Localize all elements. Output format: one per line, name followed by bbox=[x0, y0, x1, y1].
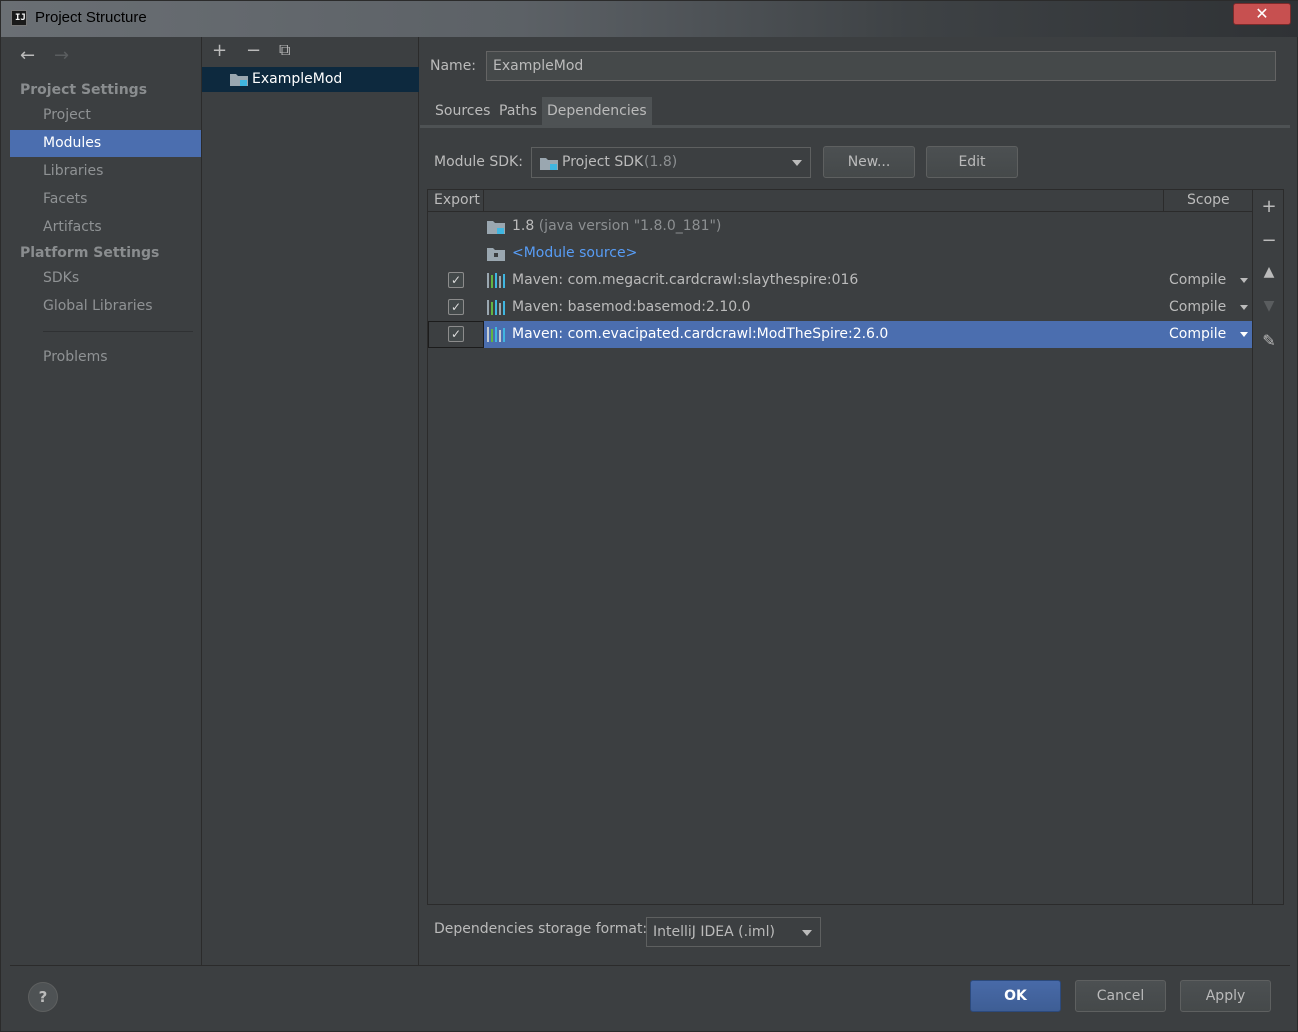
dialog-footer: ? OK Cancel Apply bbox=[10, 965, 1290, 1025]
sidebar-item-project[interactable]: Project bbox=[10, 102, 201, 129]
sidebar-item-artifacts[interactable]: Artifacts bbox=[10, 214, 201, 241]
table-row-selected[interactable]: ✓ Maven: com.evacipated.cardcrawl:ModThe… bbox=[428, 321, 1252, 348]
chevron-down-icon bbox=[792, 160, 802, 166]
dependency-name: Maven: basemod:basemod:2.10.0 bbox=[512, 299, 751, 315]
module-sdk-label: Module SDK: bbox=[434, 154, 523, 170]
edit-pencil-icon[interactable]: ✎ bbox=[1259, 331, 1279, 350]
dependency-name: <Module source> bbox=[512, 245, 638, 261]
export-checkbox[interactable]: ✓ bbox=[448, 272, 464, 288]
export-checkbox[interactable]: ✓ bbox=[448, 326, 464, 342]
title-bar: IJ Project Structure ✕ bbox=[1, 1, 1298, 37]
dependency-name: Maven: com.evacipated.cardcrawl:ModTheSp… bbox=[512, 326, 889, 342]
sidebar-divider bbox=[43, 331, 193, 332]
module-folder-icon bbox=[230, 74, 248, 86]
column-divider bbox=[1163, 190, 1164, 212]
sidebar-item-facets[interactable]: Facets bbox=[10, 186, 201, 213]
header-scope[interactable]: Scope bbox=[1187, 192, 1230, 208]
sidebar-item-sdks[interactable]: SDKs bbox=[10, 265, 201, 292]
column-divider bbox=[483, 190, 484, 212]
library-icon bbox=[487, 327, 505, 342]
add-dependency-icon[interactable]: + bbox=[1259, 196, 1279, 217]
library-icon bbox=[487, 273, 505, 288]
name-label: Name: bbox=[430, 58, 477, 74]
remove-icon[interactable]: − bbox=[246, 40, 261, 61]
dependency-detail: (java version "1.8.0_181") bbox=[538, 218, 722, 234]
forward-arrow-icon[interactable]: → bbox=[54, 45, 69, 66]
storage-format-label: Dependencies storage format: bbox=[434, 921, 648, 937]
sidebar-item-modules[interactable]: Modules bbox=[10, 130, 201, 157]
edit-sdk-button[interactable]: Edit bbox=[926, 146, 1018, 178]
export-checkbox[interactable]: ✓ bbox=[448, 299, 464, 315]
sidebar-item-libraries[interactable]: Libraries bbox=[10, 158, 201, 185]
settings-sidebar: ← → Project Settings Project Modules Lib… bbox=[10, 37, 201, 965]
sdk-folder-icon bbox=[487, 221, 505, 234]
scope-value[interactable]: Compile bbox=[1169, 294, 1226, 321]
close-button[interactable]: ✕ bbox=[1233, 3, 1291, 25]
table-row[interactable]: 1.8 (java version "1.8.0_181") bbox=[428, 213, 1252, 240]
move-down-icon[interactable]: ▼ bbox=[1259, 298, 1279, 314]
dependency-name: 1.8 bbox=[512, 218, 535, 234]
section-project-settings: Project Settings bbox=[20, 82, 148, 98]
module-name-input[interactable]: ExampleMod bbox=[486, 51, 1276, 81]
sidebar-item-problems[interactable]: Problems bbox=[10, 344, 201, 371]
section-platform-settings: Platform Settings bbox=[20, 245, 160, 261]
module-name: ExampleMod bbox=[252, 71, 343, 87]
sdk-version: (1.8) bbox=[644, 154, 678, 170]
storage-format-value: IntelliJ IDEA (.iml) bbox=[653, 924, 775, 940]
sidebar-item-global-libraries[interactable]: Global Libraries bbox=[10, 293, 201, 320]
scope-value[interactable]: Compile bbox=[1169, 267, 1226, 294]
scope-dropdown-icon[interactable] bbox=[1240, 332, 1248, 337]
module-source-folder-icon bbox=[487, 248, 505, 261]
sdk-value: Project SDK bbox=[562, 154, 644, 170]
tab-underline bbox=[420, 125, 1290, 128]
back-arrow-icon[interactable]: ← bbox=[20, 45, 35, 66]
scope-dropdown-icon[interactable] bbox=[1240, 278, 1248, 283]
module-sdk-dropdown[interactable]: Project SDK (1.8) bbox=[531, 147, 811, 178]
scope-value[interactable]: Compile bbox=[1169, 321, 1226, 348]
table-header: Export Scope bbox=[428, 190, 1252, 212]
cancel-button[interactable]: Cancel bbox=[1075, 980, 1166, 1012]
move-up-icon[interactable]: ▲ bbox=[1259, 264, 1279, 280]
module-tree-panel: + − ⧉ ExampleMod bbox=[201, 37, 419, 965]
chevron-down-icon bbox=[802, 930, 812, 936]
storage-format-dropdown[interactable]: IntelliJ IDEA (.iml) bbox=[646, 917, 821, 947]
header-export[interactable]: Export bbox=[434, 192, 480, 208]
new-sdk-button[interactable]: New... bbox=[823, 146, 915, 178]
project-structure-window: IJ Project Structure ✕ ← → Project Setti… bbox=[0, 0, 1298, 1032]
dependency-name: Maven: com.megacrit.cardcrawl:slaythespi… bbox=[512, 272, 859, 288]
table-row[interactable]: <Module source> bbox=[428, 240, 1252, 267]
remove-dependency-icon[interactable]: − bbox=[1259, 230, 1279, 251]
sdk-folder-icon bbox=[540, 158, 558, 170]
add-icon[interactable]: + bbox=[212, 40, 227, 61]
window-title: Project Structure bbox=[35, 9, 147, 26]
table-side-toolbar: + − ▲ ▼ ✎ bbox=[1253, 189, 1284, 905]
scope-dropdown-icon[interactable] bbox=[1240, 305, 1248, 310]
library-icon bbox=[487, 300, 505, 315]
intellij-app-icon: IJ bbox=[11, 10, 27, 26]
copy-icon[interactable]: ⧉ bbox=[279, 40, 290, 60]
apply-button[interactable]: Apply bbox=[1180, 980, 1271, 1012]
ok-button[interactable]: OK bbox=[970, 980, 1061, 1012]
tree-item-module[interactable]: ExampleMod bbox=[202, 67, 419, 92]
tab-dependencies[interactable]: Dependencies bbox=[542, 97, 652, 125]
tab-sources[interactable]: Sources bbox=[430, 97, 495, 125]
tree-toolbar: + − ⧉ bbox=[202, 37, 420, 67]
dependencies-table: Export Scope 1.8 (java version "1.8.0_18… bbox=[427, 189, 1253, 905]
table-row[interactable]: ✓ Maven: basemod:basemod:2.10.0 Compile bbox=[428, 294, 1252, 321]
module-settings-panel: Name: ExampleMod Sources Paths Dependenc… bbox=[420, 37, 1290, 965]
table-row[interactable]: ✓ Maven: com.megacrit.cardcrawl:slaythes… bbox=[428, 267, 1252, 294]
tab-paths[interactable]: Paths bbox=[494, 97, 542, 125]
help-button[interactable]: ? bbox=[28, 982, 58, 1012]
